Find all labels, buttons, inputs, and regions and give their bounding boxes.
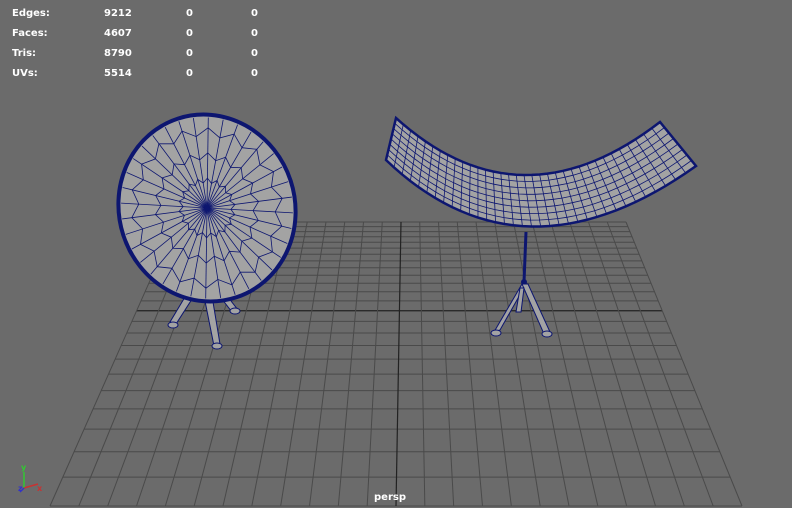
grid-line-vertical — [550, 221, 628, 507]
grid-line-vertical — [625, 221, 743, 507]
grid-line-vertical — [280, 221, 327, 507]
hud-value-selected-alt: 0 — [251, 48, 258, 59]
grid-line-vertical — [531, 221, 599, 507]
viewport-persp[interactable]: y x z Edges: 9212 0 0 Faces: 4607 0 0 Tris: 8790 0… — [0, 0, 792, 508]
grid-line-vertical — [309, 221, 346, 507]
stand-foot — [490, 329, 502, 337]
dish-foot — [229, 307, 241, 315]
axis-x-line — [23, 483, 39, 489]
poly-count-hud: Edges: 9212 0 0 Faces: 4607 0 0 Tris: 8790 0 0 UVs: 5… — [12, 4, 272, 84]
axis-gizmo: y x z — [18, 463, 43, 493]
hud-value-selected: 0 — [186, 28, 193, 39]
hud-value-selected: 0 — [186, 8, 193, 19]
hud-label: UVs: — [12, 68, 38, 79]
axis-y-label: y — [21, 463, 27, 472]
hud-value-total: 5514 — [104, 68, 132, 79]
hud-value-total: 8790 — [104, 48, 132, 59]
grid-line-vertical — [419, 221, 426, 507]
hud-value-selected-alt: 0 — [251, 68, 258, 79]
trough-satellite-dish[interactable] — [384, 115, 698, 338]
grid-line-vertical — [513, 221, 570, 507]
hud-value-total: 4607 — [104, 28, 132, 39]
grid-line-vertical — [494, 221, 541, 507]
stand-pole — [522, 231, 528, 283]
trough-surface — [384, 115, 698, 228]
dish-foot — [167, 321, 179, 329]
hud-value-selected-alt: 0 — [251, 28, 258, 39]
hud-value-selected: 0 — [186, 48, 193, 59]
hud-label: Tris: — [12, 48, 37, 59]
grid-line-vertical — [588, 221, 685, 507]
hud-value-selected-alt: 0 — [251, 8, 258, 19]
hud-row: Tris: 8790 0 0 — [12, 44, 272, 64]
grid-line-vertical — [475, 221, 512, 507]
hud-label: Faces: — [12, 28, 48, 39]
grid-line-vertical — [456, 221, 483, 507]
grid-line-vertical — [606, 221, 714, 507]
stand-foot — [541, 330, 553, 338]
grid-line-vertical — [366, 221, 383, 507]
grid-line-vertical — [395, 221, 402, 507]
camera-name-label: persp — [374, 492, 406, 503]
hud-value-total: 9212 — [104, 8, 132, 19]
grid-line-vertical — [337, 221, 364, 507]
grid-line-vertical — [569, 221, 656, 507]
hud-row: Edges: 9212 0 0 — [12, 4, 272, 24]
dish-center — [204, 205, 210, 211]
dish-foot — [211, 342, 223, 350]
hud-value-selected: 0 — [186, 68, 193, 79]
hud-row: Faces: 4607 0 0 — [12, 24, 272, 44]
grid-line-vertical — [438, 221, 455, 507]
hud-row: UVs: 5514 0 0 — [12, 64, 272, 84]
hud-label: Edges: — [12, 8, 50, 19]
